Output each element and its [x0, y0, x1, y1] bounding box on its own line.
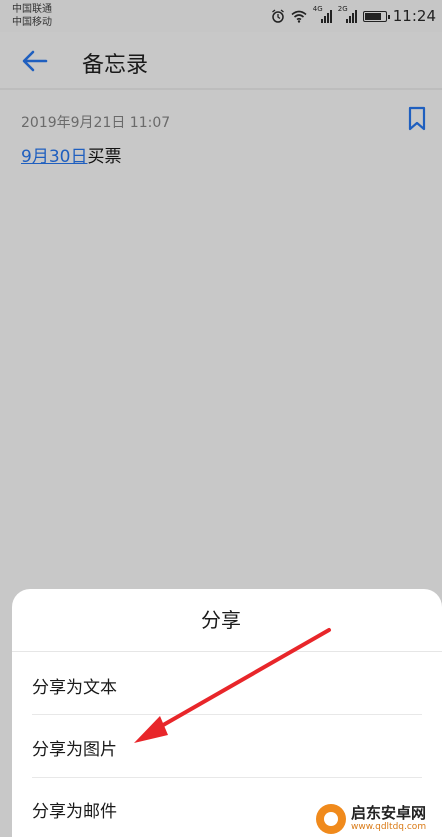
item-divider [32, 777, 422, 778]
bookmark-icon[interactable] [406, 106, 428, 132]
network-type-1: 4G [312, 5, 323, 13]
note-body: 9月30日买票 [21, 142, 121, 167]
page-title: 备忘录 [82, 53, 149, 78]
header-divider [0, 88, 442, 90]
alarm-icon [271, 9, 284, 23]
sheet-divider [12, 651, 442, 652]
date-link[interactable]: 9月30日 [21, 147, 87, 167]
signal-icon: 4G [313, 5, 332, 23]
share-as-text-button[interactable]: 分享为文本 [32, 657, 422, 713]
share-as-image-button[interactable]: 分享为图片 [32, 719, 422, 775]
signal-icon: 2G [338, 5, 357, 23]
carrier-2: 中国移动 [12, 17, 52, 28]
share-sheet-title: 分享 [201, 608, 241, 632]
watermark-name: 启东安卓网 [351, 803, 427, 822]
watermark-logo-icon [316, 803, 346, 834]
clock: 11:24 [392, 7, 436, 25]
status-bar: 中国联通 中国移动 4G 2G 11:24 [0, 0, 442, 32]
item-divider [32, 714, 422, 715]
note-timestamp: 2019年9月21日 11:07 [21, 115, 171, 131]
carrier-info: 中国联通 中国移动 [12, 3, 52, 29]
watermark-url: www.qdltdq.com [351, 821, 427, 832]
back-arrow-icon[interactable] [18, 46, 52, 76]
wifi-icon [291, 10, 307, 23]
status-icons: 4G 2G 11:24 [271, 5, 436, 26]
app-header: 备忘录 [0, 32, 442, 90]
carrier-1: 中国联通 [12, 4, 52, 15]
watermark: 启东安卓网 www.qdltdq.com [316, 800, 442, 837]
network-type-2: 2G [337, 5, 348, 13]
battery-icon [362, 10, 390, 22]
battery-level [364, 12, 381, 20]
note-text: 买票 [87, 147, 122, 167]
